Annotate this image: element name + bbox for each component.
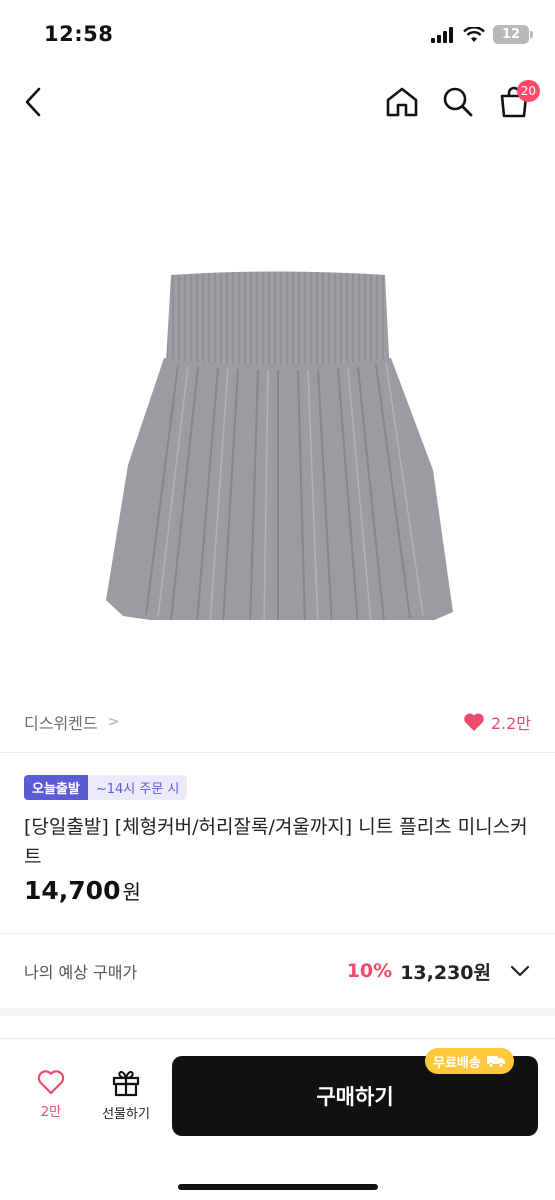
bottom-action-bar: 2만 선물하기 구매하기 무료배송	[0, 1038, 555, 1200]
product-title: [당일출발] [체형커버/허리잘록/겨울까지] 니트 플리츠 미니스커트	[24, 816, 528, 868]
expected-price-row[interactable]: 나의 예상 구매가 10% 13,230원	[0, 948, 555, 994]
pleated-skirt-image	[105, 271, 453, 620]
divider	[0, 933, 555, 934]
expected-price-label: 나의 예상 구매가	[24, 963, 138, 982]
same-day-badge: 오늘출발	[24, 775, 88, 800]
search-icon	[443, 87, 473, 117]
price-unit: 원	[122, 880, 141, 904]
product-price: 14,700 원	[24, 876, 141, 905]
free-shipping-badge: 무료배송	[425, 1048, 514, 1074]
section-divider	[0, 1008, 555, 1016]
status-icons: 12	[431, 25, 533, 44]
heart-outline-icon	[37, 1070, 65, 1095]
product-image[interactable]	[0, 140, 555, 680]
bottom-like-button[interactable]: 2만	[22, 1069, 80, 1120]
bottom-like-count: 2만	[40, 1105, 62, 1120]
search-button[interactable]	[436, 80, 480, 124]
battery-indicator: 12	[493, 25, 533, 44]
status-bar: 12:58 12	[0, 0, 555, 70]
home-icon	[386, 87, 418, 117]
heart-filled-icon	[464, 713, 484, 731]
chevron-right-icon: >	[107, 714, 120, 730]
brand-link[interactable]: 디스위켄드 >	[24, 710, 119, 734]
brand-row: 디스위켄드 > 2.2만	[0, 700, 555, 744]
cart-count-badge: 20	[516, 80, 540, 102]
back-button[interactable]	[12, 80, 56, 124]
like-count: 2.2만	[490, 714, 531, 733]
brand-name: 디스위켄드	[24, 714, 98, 733]
discount-rate: 10%	[346, 960, 393, 982]
price-value: 14,700	[24, 876, 121, 905]
nav-bar: 20	[0, 70, 555, 136]
like-button[interactable]: 2.2만	[463, 710, 531, 734]
cart-button[interactable]: 20	[492, 80, 540, 124]
home-button[interactable]	[380, 80, 424, 124]
chevron-left-icon	[25, 87, 41, 117]
expected-price-summary: 10% 13,230원	[347, 958, 531, 985]
divider	[0, 752, 555, 753]
expected-price-value: 13,230원	[400, 961, 491, 984]
gift-button[interactable]: 선물하기	[92, 1069, 160, 1122]
truck-icon	[486, 1056, 505, 1068]
dispatch-badges: 오늘출발 ~14시 주문 시	[24, 775, 188, 800]
home-indicator	[178, 1184, 378, 1190]
order-deadline-badge: ~14시 주문 시	[87, 775, 188, 800]
chevron-down-icon[interactable]	[509, 964, 531, 978]
gift-label: 선물하기	[102, 1107, 150, 1122]
gift-icon	[112, 1070, 140, 1097]
wifi-icon	[463, 26, 485, 42]
status-time: 12:58	[44, 22, 114, 46]
signal-icon	[431, 26, 453, 43]
free-shipping-label: 무료배송	[433, 1055, 481, 1071]
